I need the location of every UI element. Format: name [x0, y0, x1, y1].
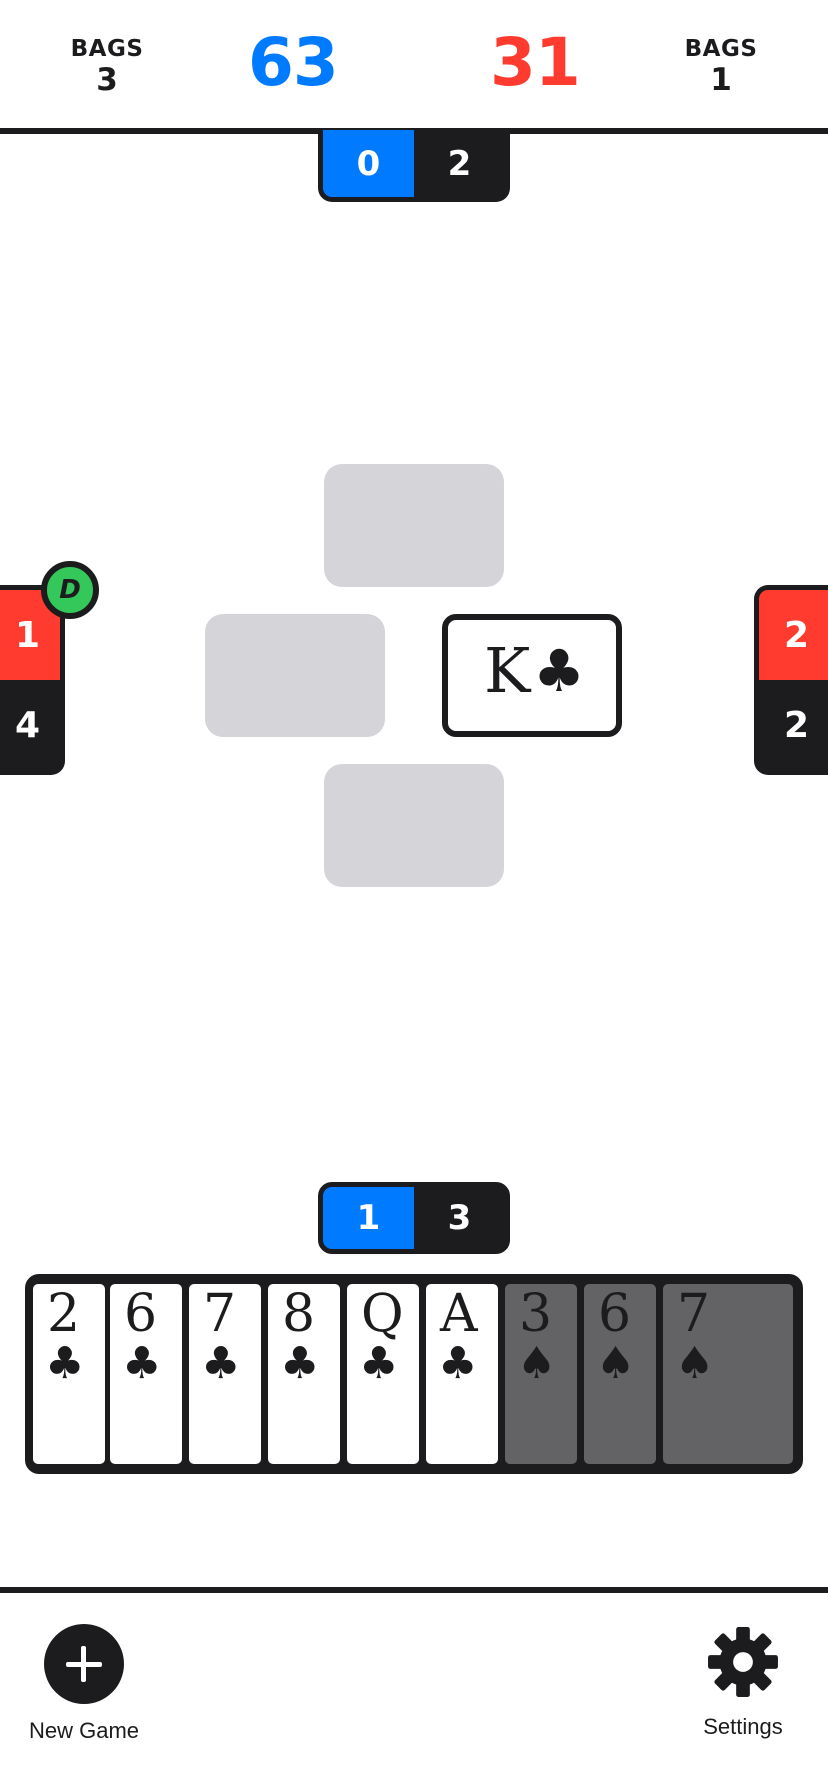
- club-icon: ♣: [533, 637, 585, 705]
- bags-value: 3: [96, 62, 118, 98]
- card-rank: K: [484, 634, 531, 707]
- right-played-card: K ♣: [442, 614, 622, 737]
- club-icon: ♣: [438, 1338, 478, 1389]
- hand-card[interactable]: 7 ♣: [186, 1281, 264, 1467]
- bags-label: BAGS: [70, 36, 144, 62]
- score-header: BAGS 3 63 31 BAGS 1: [0, 0, 828, 128]
- hand-card[interactable]: 6 ♣: [107, 1281, 185, 1467]
- top-player-tricks: 2: [414, 130, 505, 197]
- hand-card[interactable]: 8 ♣: [265, 1281, 343, 1467]
- right-player-bid: 2: [759, 590, 828, 680]
- card-rank: 3: [519, 1284, 553, 1344]
- bags-value: 1: [710, 62, 732, 98]
- settings-label: Settings: [703, 1714, 783, 1739]
- top-card-slot: [324, 464, 504, 587]
- player-hand: 2 ♣ 6 ♣ 7 ♣ 8 ♣ Q ♣ A ♣ 3 ♠ 6 ♠ 7 ♠: [25, 1274, 803, 1474]
- hand-card[interactable]: Q ♣: [344, 1281, 422, 1467]
- spade-icon: ♠: [517, 1338, 557, 1389]
- toolbar-divider: [0, 1587, 828, 1593]
- card-rank: 7: [677, 1284, 711, 1344]
- settings-button[interactable]: Settings: [688, 1624, 798, 1740]
- club-icon: ♣: [359, 1338, 399, 1389]
- bags-label: BAGS: [684, 36, 758, 62]
- hand-card[interactable]: 2 ♣: [30, 1281, 108, 1467]
- spade-icon: ♠: [596, 1338, 636, 1389]
- bottom-card-slot: [324, 764, 504, 887]
- left-card-slot: [205, 614, 385, 737]
- right-player-bid-tricks: 2 2: [754, 585, 828, 775]
- hand-card[interactable]: 7 ♠: [660, 1281, 796, 1467]
- left-team-bags: BAGS 3: [52, 38, 162, 96]
- card-rank: 7: [203, 1284, 237, 1344]
- card-rank: 2: [47, 1284, 81, 1344]
- bottom-player-bid: 1: [323, 1187, 414, 1249]
- plus-circle-icon: [44, 1624, 124, 1704]
- left-player-tricks: 4: [0, 680, 60, 770]
- red-team-score: 31: [490, 24, 581, 101]
- right-player-tricks: 2: [759, 680, 828, 770]
- dealer-badge: D: [41, 561, 99, 619]
- spade-icon: ♠: [675, 1338, 715, 1389]
- bottom-player-tricks: 3: [414, 1187, 505, 1249]
- card-rank: 6: [124, 1284, 158, 1344]
- new-game-button[interactable]: New Game: [24, 1624, 144, 1744]
- gear-icon: [708, 1627, 778, 1697]
- top-player-bid-tricks: 0 2: [318, 130, 510, 202]
- right-team-bags: BAGS 1: [666, 38, 776, 96]
- blue-team-score: 63: [248, 24, 339, 101]
- card-rank: A: [440, 1284, 478, 1344]
- club-icon: ♣: [45, 1338, 85, 1389]
- club-icon: ♣: [280, 1338, 320, 1389]
- club-icon: ♣: [122, 1338, 162, 1389]
- card-rank: 6: [598, 1284, 632, 1344]
- bottom-player-bid-tricks: 1 3: [318, 1182, 510, 1254]
- hand-card[interactable]: 3 ♠: [502, 1281, 580, 1467]
- hand-card[interactable]: 6 ♠: [581, 1281, 659, 1467]
- top-player-bid: 0: [323, 130, 414, 197]
- club-icon: ♣: [201, 1338, 241, 1389]
- card-rank: 8: [282, 1284, 316, 1344]
- new-game-label: New Game: [28, 1718, 140, 1743]
- card-rank: Q: [361, 1284, 404, 1344]
- hand-card[interactable]: A ♣: [423, 1281, 501, 1467]
